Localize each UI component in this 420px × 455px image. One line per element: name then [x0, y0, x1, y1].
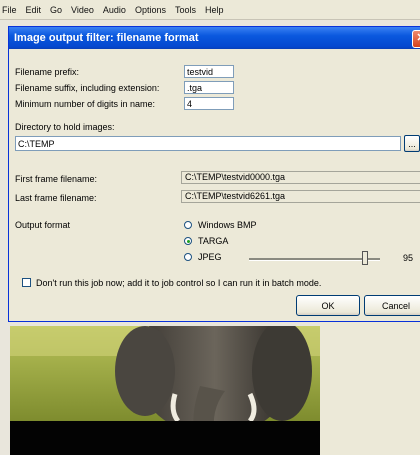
- side-panel: [320, 300, 420, 455]
- format-bmp-option[interactable]: Windows BMP: [184, 220, 257, 230]
- prefix-input[interactable]: [184, 65, 234, 78]
- close-icon[interactable]: ✕: [412, 30, 420, 48]
- format-targa-option[interactable]: TARGA: [184, 236, 228, 246]
- jpeg-quality-value: 95: [403, 253, 414, 263]
- ok-button[interactable]: OK: [296, 295, 360, 316]
- menu-bar: File Edit Go Video Audio Options Tools H…: [0, 0, 420, 20]
- menu-edit[interactable]: Edit: [26, 5, 42, 15]
- output-format-label: Output format: [15, 220, 71, 230]
- format-targa-label: TARGA: [198, 236, 229, 246]
- menu-go[interactable]: Go: [50, 5, 62, 15]
- menu-video[interactable]: Video: [71, 5, 94, 15]
- filename-format-dialog: Image output filter: filename format ✕ F…: [8, 26, 420, 322]
- directory-input[interactable]: [15, 136, 401, 151]
- radio-icon: [184, 253, 192, 261]
- last-frame-value: C:\TEMP\testvid6261.tga: [181, 190, 420, 203]
- suffix-label: Filename suffix, including extension:: [15, 83, 160, 93]
- format-jpeg-label: JPEG: [198, 252, 222, 262]
- jpeg-quality-slider-thumb[interactable]: [362, 251, 368, 265]
- format-jpeg-option[interactable]: JPEG: [184, 252, 222, 262]
- dialog-titlebar[interactable]: Image output filter: filename format ✕: [9, 27, 420, 49]
- menu-audio[interactable]: Audio: [103, 5, 126, 15]
- batch-mode-checkbox[interactable]: [22, 278, 31, 287]
- elephant-image: [10, 326, 320, 455]
- menu-help[interactable]: Help: [205, 5, 224, 15]
- radio-selected-icon: [184, 237, 192, 245]
- video-preview: [10, 326, 320, 455]
- radio-icon: [184, 221, 192, 229]
- prefix-label: Filename prefix:: [15, 67, 80, 77]
- first-frame-value: C:\TEMP\testvid0000.tga: [181, 171, 420, 184]
- menu-file[interactable]: File: [2, 5, 17, 15]
- digits-label: Minimum number of digits in name:: [15, 99, 156, 109]
- directory-label: Directory to hold images:: [15, 122, 115, 132]
- menu-options[interactable]: Options: [135, 5, 166, 15]
- digits-input[interactable]: [184, 97, 234, 110]
- browse-button[interactable]: ...: [404, 135, 420, 152]
- menu-tools[interactable]: Tools: [175, 5, 196, 15]
- suffix-input[interactable]: [184, 81, 234, 94]
- cancel-button[interactable]: Cancel: [364, 295, 420, 316]
- first-frame-label: First frame filename:: [15, 174, 98, 184]
- format-bmp-label: Windows BMP: [198, 220, 257, 230]
- jpeg-quality-slider[interactable]: [249, 258, 380, 261]
- dialog-title: Image output filter: filename format: [14, 32, 199, 44]
- batch-mode-label: Don't run this job now; add it to job co…: [36, 278, 322, 288]
- last-frame-label: Last frame filename:: [15, 193, 97, 203]
